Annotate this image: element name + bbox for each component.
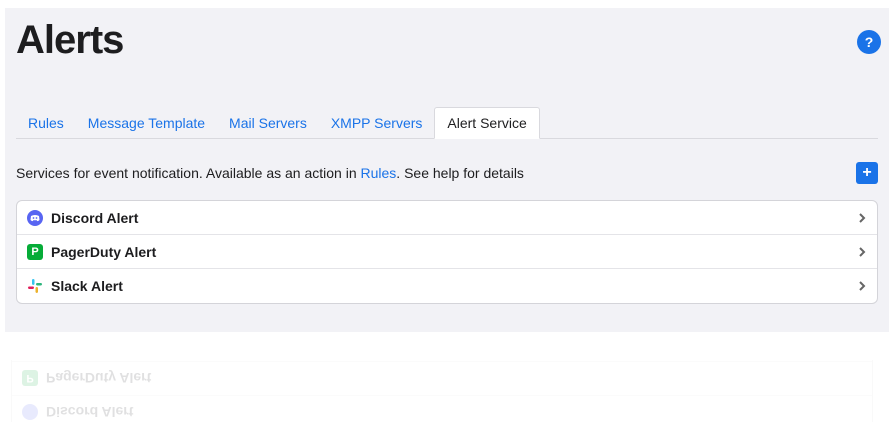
chevron-right-icon — [859, 212, 866, 223]
chevron-right-icon — [859, 281, 866, 291]
rules-link[interactable]: Rules — [361, 165, 397, 181]
pagerduty-icon: P — [27, 243, 43, 260]
chevron-right-icon — [859, 246, 866, 257]
tab-mail-servers[interactable]: Mail Servers — [217, 107, 319, 138]
list-reflection: Discord Alert P PagerDuty Alert Slack Al… — [11, 360, 873, 422]
tab-message-template[interactable]: Message Template — [76, 107, 217, 138]
list-item-label: Slack Alert — [51, 278, 123, 294]
plus-icon: + — [862, 164, 872, 181]
tab-alert-service[interactable]: Alert Service — [434, 107, 540, 139]
service-list: Discord Alert P PagerDuty Alert Slack Al… — [16, 200, 878, 304]
tab-rules[interactable]: Rules — [16, 107, 76, 138]
list-item-discord[interactable]: Discord Alert — [17, 201, 877, 235]
reflected-list: Discord Alert P PagerDuty Alert Slack Al… — [11, 360, 873, 422]
pagerduty-icon: P — [22, 370, 38, 387]
discord-icon — [27, 209, 43, 226]
page: Alerts ? Rules Message Template Mail Ser… — [5, 8, 889, 332]
reflected-label: Discord Alert — [46, 404, 134, 421]
list-item-slack[interactable]: Slack Alert — [17, 269, 877, 303]
help-button[interactable]: ? — [857, 30, 881, 54]
description: Services for event notification. Availab… — [16, 165, 524, 181]
description-suffix: . See help for details — [396, 165, 524, 181]
slack-icon — [27, 278, 43, 294]
reflected-row: Discord Alert — [12, 395, 872, 422]
reflected-row: Slack Alert — [12, 360, 872, 361]
reflected-label: PagerDuty Alert — [46, 370, 152, 387]
discord-icon — [22, 404, 38, 421]
help-icon: ? — [864, 34, 874, 50]
list-item-pagerduty[interactable]: P PagerDuty Alert — [17, 235, 877, 269]
list-item-label: Discord Alert — [51, 209, 139, 226]
tab-xmpp-servers[interactable]: XMPP Servers — [319, 107, 435, 138]
reflected-row: P PagerDuty Alert — [12, 361, 872, 395]
description-prefix: Services for event notification. Availab… — [16, 165, 361, 181]
tab-bar: Rules Message Template Mail Servers XMPP… — [16, 107, 878, 139]
list-item-label: PagerDuty Alert — [51, 243, 157, 260]
add-service-button[interactable]: + — [856, 162, 878, 184]
page-title: Alerts — [16, 18, 124, 62]
